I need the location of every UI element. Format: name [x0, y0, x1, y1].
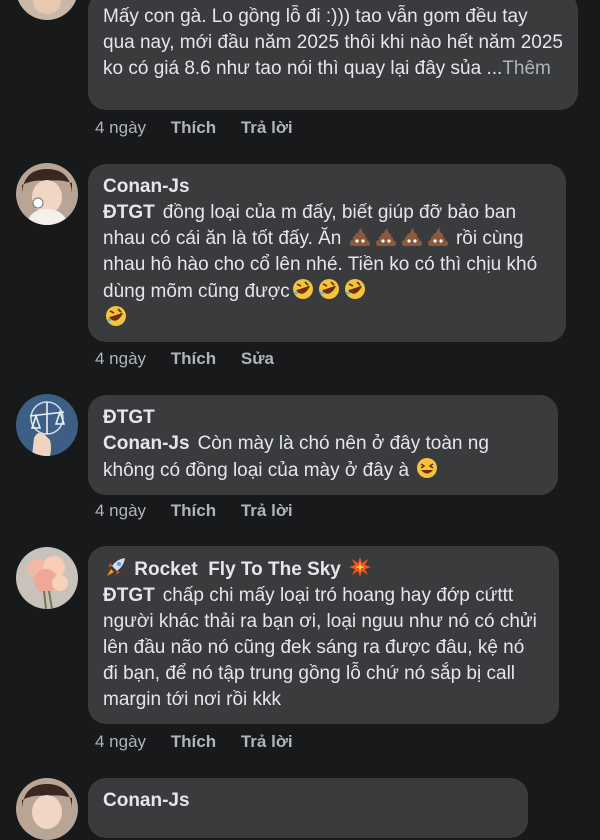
rofl-emoji	[318, 279, 339, 299]
avatar[interactable]	[16, 394, 78, 456]
comment-text: Conan-Js Còn mày là chó nên ở đây toàn ng…	[103, 433, 489, 481]
mention-tag[interactable]: ĐTGT	[103, 202, 155, 223]
grin-squint-emoji	[417, 458, 438, 478]
rofl-emoji	[292, 279, 313, 299]
comment-bubble: Rocket Fly To The Sky ĐTGT chấp chi mấy l…	[88, 546, 559, 724]
poo-emoji	[375, 228, 396, 246]
poo-emoji	[427, 228, 448, 246]
like-button[interactable]: Thích	[171, 732, 216, 751]
edit-button[interactable]: Sửa	[241, 349, 274, 368]
like-button[interactable]: Thích	[171, 349, 216, 368]
comment-author[interactable]: Conan-Js	[103, 788, 513, 814]
comment-time: 4 ngày	[95, 349, 147, 368]
comment-time: 4 ngày	[95, 118, 147, 137]
avatar[interactable]	[16, 547, 78, 609]
like-button[interactable]: Thích	[171, 118, 216, 137]
mention-tag[interactable]: ĐTGT	[103, 585, 155, 606]
reply-button[interactable]: Trả lời	[241, 118, 293, 137]
comment-actions: 4 ngày Thích Trả lời	[95, 732, 313, 752]
rofl-emoji	[106, 306, 126, 326]
comment-bubble: ĐTGT Conan-Js Còn mày là chó nên ở đây to…	[88, 395, 558, 495]
like-button[interactable]: Thích	[171, 501, 216, 520]
mention-tag[interactable]: Conan-Js	[103, 433, 190, 454]
comment-time: 4 ngày	[95, 732, 147, 751]
comment-author[interactable]: Conan-Js	[103, 174, 551, 200]
see-more-link[interactable]: Thêm	[502, 58, 551, 79]
comment-bubble: Mấy con gà. Lo gồng lỗ đi :))) tao vẫn g…	[88, 0, 578, 110]
comment-text: Mấy con gà. Lo gồng lỗ đi :))) tao vẫn g…	[103, 6, 563, 79]
comment-author[interactable]: Rocket Fly To The Sky	[103, 556, 544, 583]
comment-actions: 4 ngày Thích Sửa	[95, 349, 294, 369]
comment-actions: 4 ngày Thích Trả lời	[95, 118, 313, 138]
comment-text: ĐTGT đồng loại của m đấy, biết giúp đỡ bả…	[103, 200, 551, 332]
comment-time: 4 ngày	[95, 501, 147, 520]
avatar[interactable]	[16, 778, 78, 840]
reply-button[interactable]: Trả lời	[241, 732, 293, 751]
collision-emoji	[349, 557, 372, 577]
rofl-emoji	[344, 279, 365, 299]
avatar[interactable]	[16, 0, 78, 20]
comment-text: ĐTGT chấp chi mấy loại tró hoang hay đớp …	[103, 585, 537, 710]
comment-bubble: Conan-Js	[88, 778, 528, 838]
avatar[interactable]	[16, 163, 78, 225]
poo-emoji	[349, 228, 370, 246]
poo-emoji	[401, 228, 422, 246]
reply-button[interactable]: Trả lời	[241, 501, 293, 520]
comment-bubble: Conan-Js ĐTGT đồng loại của m đấy, biết g…	[88, 164, 566, 342]
comment-actions: 4 ngày Thích Trả lời	[95, 501, 313, 521]
rocket-emoji	[107, 558, 125, 576]
comment-author[interactable]: ĐTGT	[103, 405, 543, 431]
